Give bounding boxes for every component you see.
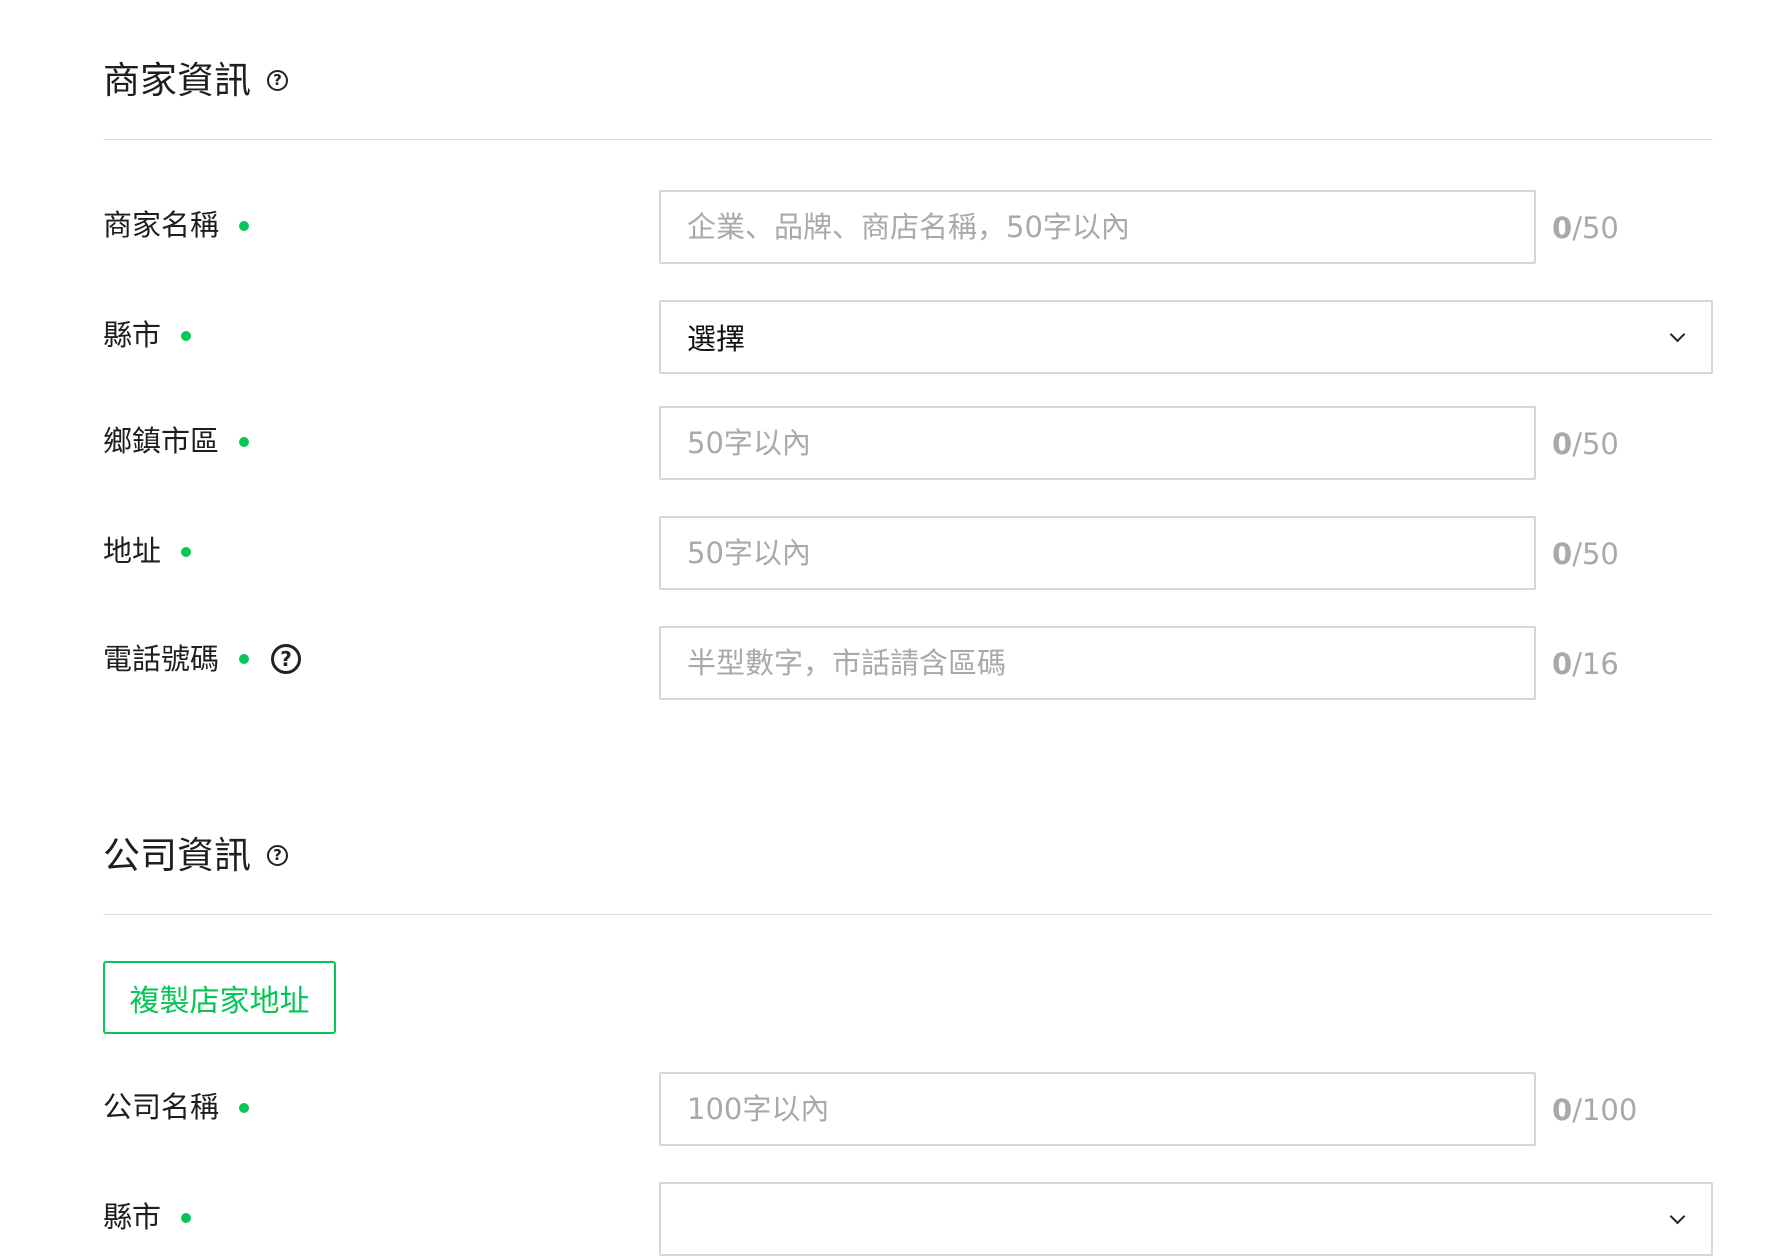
- store-section-title: 商家資訊 ?: [103, 62, 288, 99]
- help-icon[interactable]: ?: [267, 845, 288, 866]
- company-name-input[interactable]: [659, 1072, 1536, 1146]
- char-count: 0: [1552, 647, 1573, 681]
- field-label-text: 地址: [103, 534, 162, 568]
- field-label-store-address: 地址: [103, 534, 192, 568]
- store-section-title-text: 商家資訊: [103, 59, 251, 102]
- required-dot-icon: [239, 654, 250, 664]
- copy-store-address-button[interactable]: 複製店家地址: [103, 961, 336, 1034]
- field-label-store-city: 縣市: [103, 318, 192, 352]
- store-phone-input[interactable]: [659, 626, 1536, 700]
- chevron-down-icon: [1669, 326, 1686, 342]
- field-label-text: 縣市: [103, 1200, 162, 1234]
- section-divider: [103, 914, 1713, 915]
- field-label-text: 鄉鎮市區: [103, 424, 220, 458]
- store-city-select[interactable]: 選擇: [659, 300, 1713, 374]
- section-divider: [103, 139, 1713, 140]
- required-dot-icon: [181, 1212, 192, 1223]
- field-label-store-name: 商家名稱: [103, 208, 250, 242]
- char-max: /100: [1572, 1093, 1638, 1127]
- store-district-char-counter: 0/50: [1552, 430, 1619, 459]
- store-phone-char-counter: 0/16: [1552, 650, 1619, 679]
- store-address-input[interactable]: [659, 516, 1536, 590]
- required-dot-icon: [239, 436, 250, 447]
- field-label-company-city: 縣市: [103, 1200, 192, 1234]
- char-max: /50: [1572, 427, 1619, 461]
- field-label-store-district: 鄉鎮市區: [103, 424, 250, 458]
- field-label-company-name: 公司名稱: [103, 1090, 250, 1124]
- field-label-text: 電話號碼: [103, 641, 220, 676]
- company-section-title: 公司資訊 ?: [103, 837, 288, 874]
- char-count: 0: [1552, 1093, 1573, 1127]
- required-dot-icon: [181, 330, 192, 341]
- help-icon[interactable]: ?: [271, 644, 302, 674]
- field-label-store-phone: 電話號碼 ?: [103, 641, 302, 676]
- required-dot-icon: [181, 546, 192, 557]
- char-max: /16: [1572, 647, 1619, 681]
- help-icon[interactable]: ?: [267, 70, 288, 91]
- store-address-char-counter: 0/50: [1552, 540, 1619, 569]
- char-count: 0: [1552, 211, 1573, 245]
- char-max: /50: [1572, 211, 1619, 245]
- char-count: 0: [1552, 427, 1573, 461]
- field-label-text: 公司名稱: [103, 1090, 220, 1124]
- company-name-char-counter: 0/100: [1552, 1096, 1637, 1125]
- field-label-text: 商家名稱: [103, 208, 220, 242]
- store-district-input[interactable]: [659, 406, 1536, 480]
- company-section-title-text: 公司資訊: [103, 834, 251, 877]
- company-city-select[interactable]: [659, 1182, 1713, 1256]
- required-dot-icon: [239, 1102, 250, 1113]
- char-count: 0: [1552, 537, 1573, 571]
- select-value: 選擇: [687, 322, 746, 356]
- required-dot-icon: [239, 220, 250, 231]
- chevron-down-icon: [1669, 1208, 1686, 1224]
- field-label-text: 縣市: [103, 318, 162, 352]
- store-name-char-counter: 0/50: [1552, 214, 1619, 243]
- char-max: /50: [1572, 537, 1619, 571]
- store-name-input[interactable]: [659, 190, 1536, 264]
